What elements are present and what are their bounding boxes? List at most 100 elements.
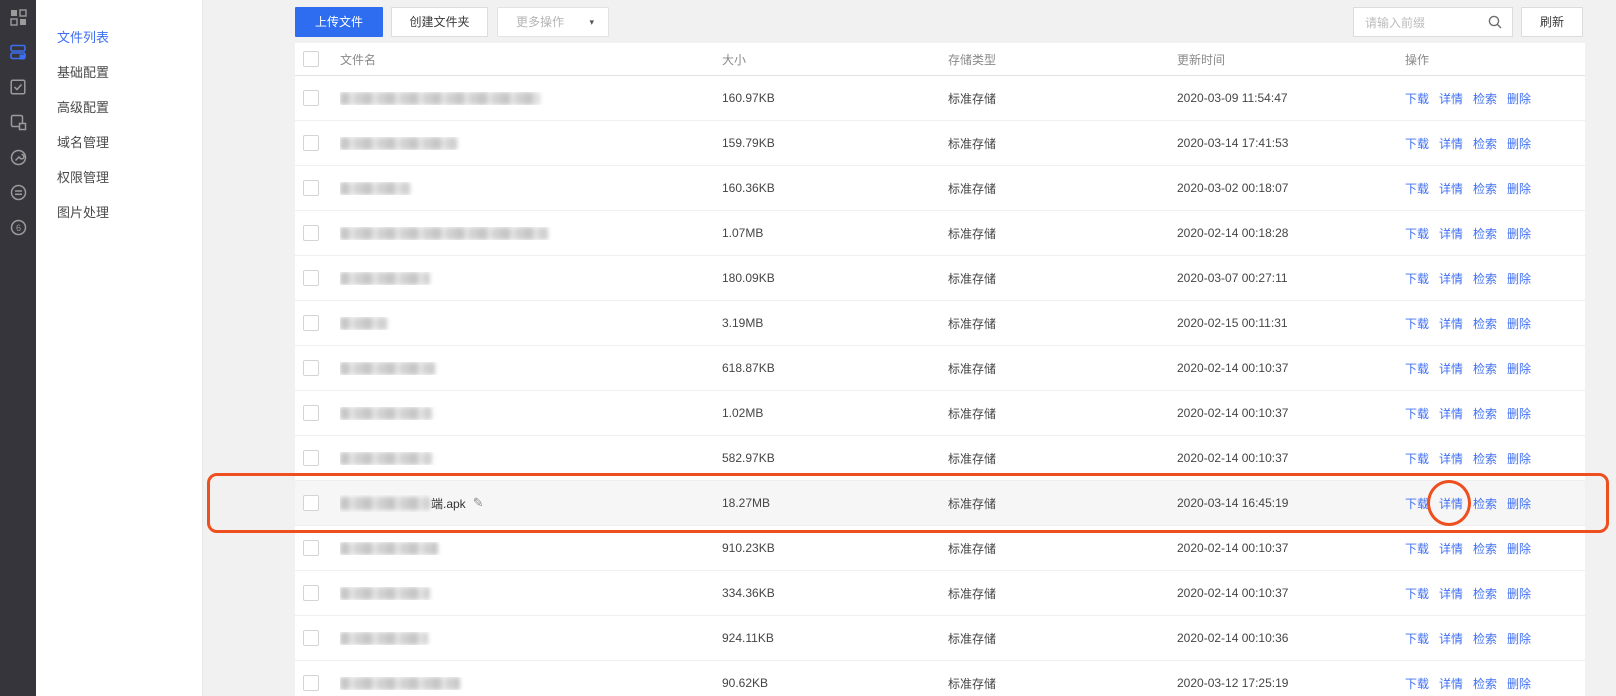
row-checkbox[interactable] bbox=[303, 360, 319, 376]
retrieve-link[interactable]: 检索 bbox=[1473, 92, 1497, 106]
delete-link[interactable]: 删除 bbox=[1507, 227, 1531, 241]
delete-link[interactable]: 删除 bbox=[1507, 677, 1531, 691]
retrieve-link[interactable]: 检索 bbox=[1473, 317, 1497, 331]
details-link[interactable]: 详情 bbox=[1439, 677, 1463, 691]
retrieve-link[interactable]: 检索 bbox=[1473, 182, 1497, 196]
details-link[interactable]: 详情 bbox=[1439, 272, 1463, 286]
download-link[interactable]: 下载 bbox=[1405, 362, 1429, 376]
details-link[interactable]: 详情 bbox=[1439, 362, 1463, 376]
row-checkbox[interactable] bbox=[303, 540, 319, 556]
row-checkbox[interactable] bbox=[303, 135, 319, 151]
delete-link[interactable]: 删除 bbox=[1507, 362, 1531, 376]
details-link[interactable]: 详情 bbox=[1439, 632, 1463, 646]
download-link[interactable]: 下载 bbox=[1405, 587, 1429, 601]
image-migration-icon[interactable] bbox=[9, 113, 27, 131]
row-checkbox[interactable] bbox=[303, 180, 319, 196]
task-check-icon[interactable] bbox=[9, 78, 27, 96]
monitor-lines-icon[interactable] bbox=[9, 183, 27, 201]
download-link[interactable]: 下载 bbox=[1405, 632, 1429, 646]
download-link[interactable]: 下载 bbox=[1405, 92, 1429, 106]
row-checkbox[interactable] bbox=[303, 675, 319, 691]
download-link[interactable]: 下载 bbox=[1405, 137, 1429, 151]
table-row: 334.36KB 标准存储 2020-02-14 00:10:37 下载详情检索… bbox=[295, 571, 1585, 616]
storage-class: 标准存储 bbox=[948, 405, 1177, 422]
row-checkbox[interactable] bbox=[303, 225, 319, 241]
tools-wrench-icon[interactable] bbox=[9, 148, 27, 166]
row-checkbox[interactable] bbox=[303, 90, 319, 106]
delete-link[interactable]: 删除 bbox=[1507, 182, 1531, 196]
retrieve-link[interactable]: 检索 bbox=[1473, 362, 1497, 376]
delete-link[interactable]: 删除 bbox=[1507, 317, 1531, 331]
delete-link[interactable]: 删除 bbox=[1507, 452, 1531, 466]
sidebar-item[interactable]: 高级配置 bbox=[36, 90, 202, 125]
download-link[interactable]: 下载 bbox=[1405, 497, 1429, 511]
refresh-button[interactable]: 刷新 bbox=[1521, 7, 1583, 37]
details-link[interactable]: 详情 bbox=[1439, 407, 1463, 421]
create-folder-button[interactable]: 创建文件夹 bbox=[391, 7, 488, 37]
row-actions: 下载详情检索删除 bbox=[1405, 270, 1585, 287]
delete-link[interactable]: 删除 bbox=[1507, 137, 1531, 151]
download-link[interactable]: 下载 bbox=[1405, 272, 1429, 286]
details-link[interactable]: 详情 bbox=[1439, 137, 1463, 151]
download-link[interactable]: 下载 bbox=[1405, 317, 1429, 331]
details-link[interactable]: 详情 bbox=[1439, 92, 1463, 106]
details-link[interactable]: 详情 bbox=[1439, 227, 1463, 241]
download-link[interactable]: 下载 bbox=[1405, 677, 1429, 691]
row-checkbox[interactable] bbox=[303, 630, 319, 646]
sidebar-item[interactable]: 权限管理 bbox=[36, 160, 202, 195]
updated-time: 2020-02-14 00:18:28 bbox=[1177, 226, 1405, 240]
sidebar-item[interactable]: 图片处理 bbox=[36, 195, 202, 230]
delete-link[interactable]: 删除 bbox=[1507, 497, 1531, 511]
retrieve-link[interactable]: 检索 bbox=[1473, 137, 1497, 151]
retrieve-link[interactable]: 检索 bbox=[1473, 407, 1497, 421]
sidebar-item[interactable]: 文件列表 bbox=[36, 20, 202, 55]
file-size: 160.36KB bbox=[722, 181, 948, 195]
details-link[interactable]: 详情 bbox=[1439, 452, 1463, 466]
details-link[interactable]: 详情 bbox=[1439, 182, 1463, 196]
delete-link[interactable]: 删除 bbox=[1507, 92, 1531, 106]
prefix-search-input[interactable] bbox=[1363, 9, 1485, 37]
overview-grid-icon[interactable] bbox=[9, 8, 27, 26]
download-link[interactable]: 下载 bbox=[1405, 407, 1429, 421]
retrieve-link[interactable]: 检索 bbox=[1473, 632, 1497, 646]
bucket-storage-icon[interactable] bbox=[9, 43, 27, 61]
row-checkbox[interactable] bbox=[303, 450, 319, 466]
delete-link[interactable]: 删除 bbox=[1507, 542, 1531, 556]
upload-file-button[interactable]: 上传文件 bbox=[295, 7, 383, 37]
rename-pencil-icon[interactable]: ✎ bbox=[473, 495, 484, 511]
row-checkbox[interactable] bbox=[303, 270, 319, 286]
delete-link[interactable]: 删除 bbox=[1507, 632, 1531, 646]
file-size: 910.23KB bbox=[722, 541, 948, 555]
retrieve-link[interactable]: 检索 bbox=[1473, 272, 1497, 286]
select-all-checkbox[interactable] bbox=[303, 51, 319, 67]
row-checkbox[interactable] bbox=[303, 405, 319, 421]
delete-link[interactable]: 删除 bbox=[1507, 272, 1531, 286]
retrieve-link[interactable]: 检索 bbox=[1473, 677, 1497, 691]
delete-link[interactable]: 删除 bbox=[1507, 407, 1531, 421]
retrieve-link[interactable]: 检索 bbox=[1473, 227, 1497, 241]
sidebar-item[interactable]: 域名管理 bbox=[36, 125, 202, 160]
details-link[interactable]: 详情 bbox=[1439, 587, 1463, 601]
more-actions-dropdown[interactable]: 更多操作 ▾ bbox=[497, 7, 609, 37]
download-link[interactable]: 下载 bbox=[1405, 542, 1429, 556]
details-link[interactable]: 详情 bbox=[1439, 497, 1463, 511]
download-link[interactable]: 下载 bbox=[1405, 227, 1429, 241]
row-checkbox[interactable] bbox=[303, 315, 319, 331]
row-checkbox[interactable] bbox=[303, 495, 319, 511]
storage-class: 标准存储 bbox=[948, 360, 1177, 377]
search-icon[interactable] bbox=[1487, 14, 1503, 33]
retrieve-link[interactable]: 检索 bbox=[1473, 497, 1497, 511]
download-link[interactable]: 下载 bbox=[1405, 182, 1429, 196]
data-circle-icon[interactable]: 6 bbox=[9, 218, 27, 236]
details-link[interactable]: 详情 bbox=[1439, 317, 1463, 331]
retrieve-link[interactable]: 检索 bbox=[1473, 587, 1497, 601]
retrieve-link[interactable]: 检索 bbox=[1473, 542, 1497, 556]
delete-link[interactable]: 删除 bbox=[1507, 587, 1531, 601]
sidebar-item[interactable]: 基础配置 bbox=[36, 55, 202, 90]
download-link[interactable]: 下载 bbox=[1405, 452, 1429, 466]
table-row: 180.09KB 标准存储 2020-03-07 00:27:11 下载详情检索… bbox=[295, 256, 1585, 301]
row-checkbox[interactable] bbox=[303, 585, 319, 601]
details-link[interactable]: 详情 bbox=[1439, 542, 1463, 556]
storage-class: 标准存储 bbox=[948, 315, 1177, 332]
retrieve-link[interactable]: 检索 bbox=[1473, 452, 1497, 466]
